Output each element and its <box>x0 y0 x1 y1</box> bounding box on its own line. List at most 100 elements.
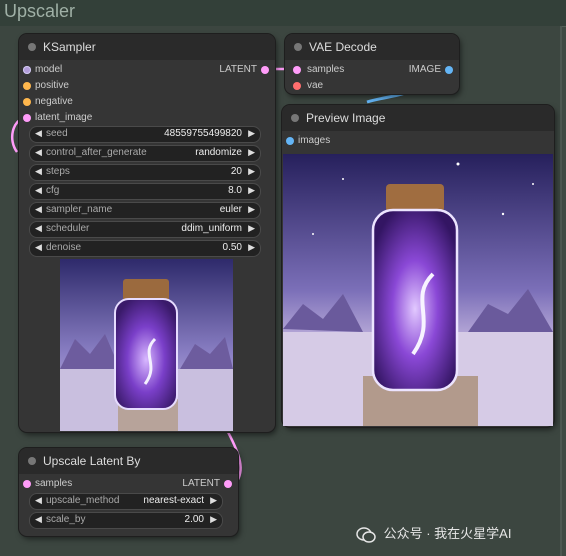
slot-dot-icon[interactable] <box>23 66 31 74</box>
ksampler-title-bar[interactable]: KSampler <box>19 34 275 60</box>
widget-value: 8.0 <box>228 185 242 196</box>
input-vae[interactable]: vae <box>293 79 323 93</box>
decrement-arrow-icon[interactable]: ◀ <box>35 514 42 525</box>
widget-denoise[interactable]: ◀ denoise 0.50 ▶ <box>29 240 261 257</box>
collapse-dot-icon[interactable] <box>291 114 299 122</box>
input-samples[interactable]: samples <box>23 477 72 491</box>
watermark: 公众号 · 我在火星学AI <box>356 523 511 543</box>
widget-scheduler[interactable]: ◀ scheduler ddim_uniform ▶ <box>29 221 261 238</box>
widget-seed[interactable]: ◀ seed 48559755499820 ▶ <box>29 126 261 143</box>
output-image[interactable]: IMAGE <box>409 63 453 77</box>
decrement-arrow-icon[interactable]: ◀ <box>35 495 42 506</box>
upscale-latent-title: Upscale Latent By <box>43 454 141 468</box>
widget-label: scheduler <box>46 223 90 234</box>
watermark-text: 公众号 · 我在火星学AI <box>383 526 512 541</box>
upscale-latent-title-bar[interactable]: Upscale Latent By <box>19 448 238 474</box>
increment-arrow-icon[interactable]: ▶ <box>248 223 255 234</box>
collapse-dot-icon[interactable] <box>28 457 36 465</box>
increment-arrow-icon[interactable]: ▶ <box>248 242 255 253</box>
widget-label: upscale_method <box>46 495 120 506</box>
widget-value: 20 <box>230 166 242 177</box>
increment-arrow-icon[interactable]: ▶ <box>248 204 255 215</box>
slot-label: LATENT <box>219 64 257 75</box>
input-model[interactable]: model <box>23 63 62 77</box>
collapse-dot-icon[interactable] <box>294 43 302 51</box>
decrement-arrow-icon[interactable]: ◀ <box>35 204 42 215</box>
widget-sampler-name[interactable]: ◀ sampler_name euler ▶ <box>29 202 261 219</box>
decrement-arrow-icon[interactable]: ◀ <box>35 185 42 196</box>
slot-label: IMAGE <box>408 64 441 75</box>
widget-label: scale_by <box>46 514 86 525</box>
slot-label: model <box>35 64 63 75</box>
increment-arrow-icon[interactable]: ▶ <box>248 128 255 139</box>
ksampler-node[interactable]: KSampler model positive negative latent_… <box>19 34 275 432</box>
slot-label: negative <box>35 96 73 107</box>
decrement-arrow-icon[interactable]: ◀ <box>35 242 42 253</box>
widget-label: control_after_generate <box>46 147 147 158</box>
decrement-arrow-icon[interactable]: ◀ <box>35 166 42 177</box>
slot-dot-icon[interactable] <box>224 480 232 488</box>
slot-dot-icon[interactable] <box>286 137 294 145</box>
widget-value: euler <box>219 204 242 215</box>
widget-label: sampler_name <box>46 204 113 215</box>
decrement-arrow-icon[interactable]: ◀ <box>35 147 42 158</box>
collapse-dot-icon[interactable] <box>28 43 36 51</box>
upscale-latent-node[interactable]: Upscale Latent By samples LATENT ◀ upsca… <box>19 448 238 536</box>
input-positive[interactable]: positive <box>23 79 69 93</box>
vae-decode-title: VAE Decode <box>309 40 377 54</box>
slot-label: LATENT <box>182 478 220 489</box>
preview-output-image <box>283 154 553 426</box>
widget-label: cfg <box>46 185 60 196</box>
slot-label: positive <box>35 80 69 91</box>
increment-arrow-icon[interactable]: ▶ <box>248 185 255 196</box>
input-images[interactable]: images <box>286 134 330 148</box>
preview-image-title-bar[interactable]: Preview Image <box>282 105 554 131</box>
widget-control-after-generate[interactable]: ◀ control_after_generate randomize ▶ <box>29 145 261 162</box>
latent-preview-image <box>60 259 233 431</box>
increment-arrow-icon[interactable]: ▶ <box>248 166 255 177</box>
vae-decode-title-bar[interactable]: VAE Decode <box>285 34 459 60</box>
widget-value: randomize <box>195 147 242 158</box>
widget-value: 2.00 <box>184 514 204 525</box>
increment-arrow-icon[interactable]: ▶ <box>210 495 217 506</box>
group-title: Upscaler <box>4 1 76 21</box>
widget-cfg[interactable]: ◀ cfg 8.0 ▶ <box>29 183 261 200</box>
widget-steps[interactable]: ◀ steps 20 ▶ <box>29 164 261 181</box>
slot-label: vae <box>307 80 324 91</box>
group-header[interactable]: Upscaler <box>0 0 566 27</box>
slot-label: samples <box>35 478 73 489</box>
increment-arrow-icon[interactable]: ▶ <box>210 514 217 525</box>
increment-arrow-icon[interactable]: ▶ <box>248 147 255 158</box>
widget-upscale-method[interactable]: ◀ upscale_method nearest-exact ▶ <box>29 493 223 510</box>
widget-value: ddim_uniform <box>181 223 242 234</box>
preview-image-node[interactable]: Preview Image images <box>282 105 554 427</box>
slot-label: latent_image <box>35 112 93 123</box>
slot-label: images <box>298 135 331 146</box>
wechat-icon <box>356 526 376 543</box>
widget-label: seed <box>46 128 68 139</box>
slot-dot-icon[interactable] <box>261 66 269 74</box>
output-latent[interactable]: LATENT <box>219 63 269 77</box>
widget-value: 0.50 <box>222 242 242 253</box>
widget-scale-by[interactable]: ◀ scale_by 2.00 ▶ <box>29 512 223 529</box>
slot-dot-icon[interactable] <box>23 82 31 90</box>
input-latent-image[interactable]: latent_image <box>23 111 92 125</box>
slot-label: samples <box>307 64 345 75</box>
slot-dot-icon[interactable] <box>445 66 453 74</box>
widget-label: steps <box>46 166 70 177</box>
slot-dot-icon[interactable] <box>293 66 301 74</box>
slot-dot-icon[interactable] <box>23 114 31 122</box>
slot-dot-icon[interactable] <box>23 480 31 488</box>
decrement-arrow-icon[interactable]: ◀ <box>35 223 42 234</box>
widget-label: denoise <box>46 242 82 253</box>
decrement-arrow-icon[interactable]: ◀ <box>35 128 42 139</box>
input-negative[interactable]: negative <box>23 95 73 109</box>
vae-decode-node[interactable]: VAE Decode samples vae IMAGE <box>285 34 459 94</box>
slot-dot-icon[interactable] <box>23 98 31 106</box>
preview-image-title: Preview Image <box>306 111 386 125</box>
ksampler-title: KSampler <box>43 40 96 54</box>
input-samples[interactable]: samples <box>293 63 344 77</box>
slot-dot-icon[interactable] <box>293 82 301 90</box>
output-latent[interactable]: LATENT <box>182 477 232 491</box>
widget-value: 48559755499820 <box>164 128 242 139</box>
